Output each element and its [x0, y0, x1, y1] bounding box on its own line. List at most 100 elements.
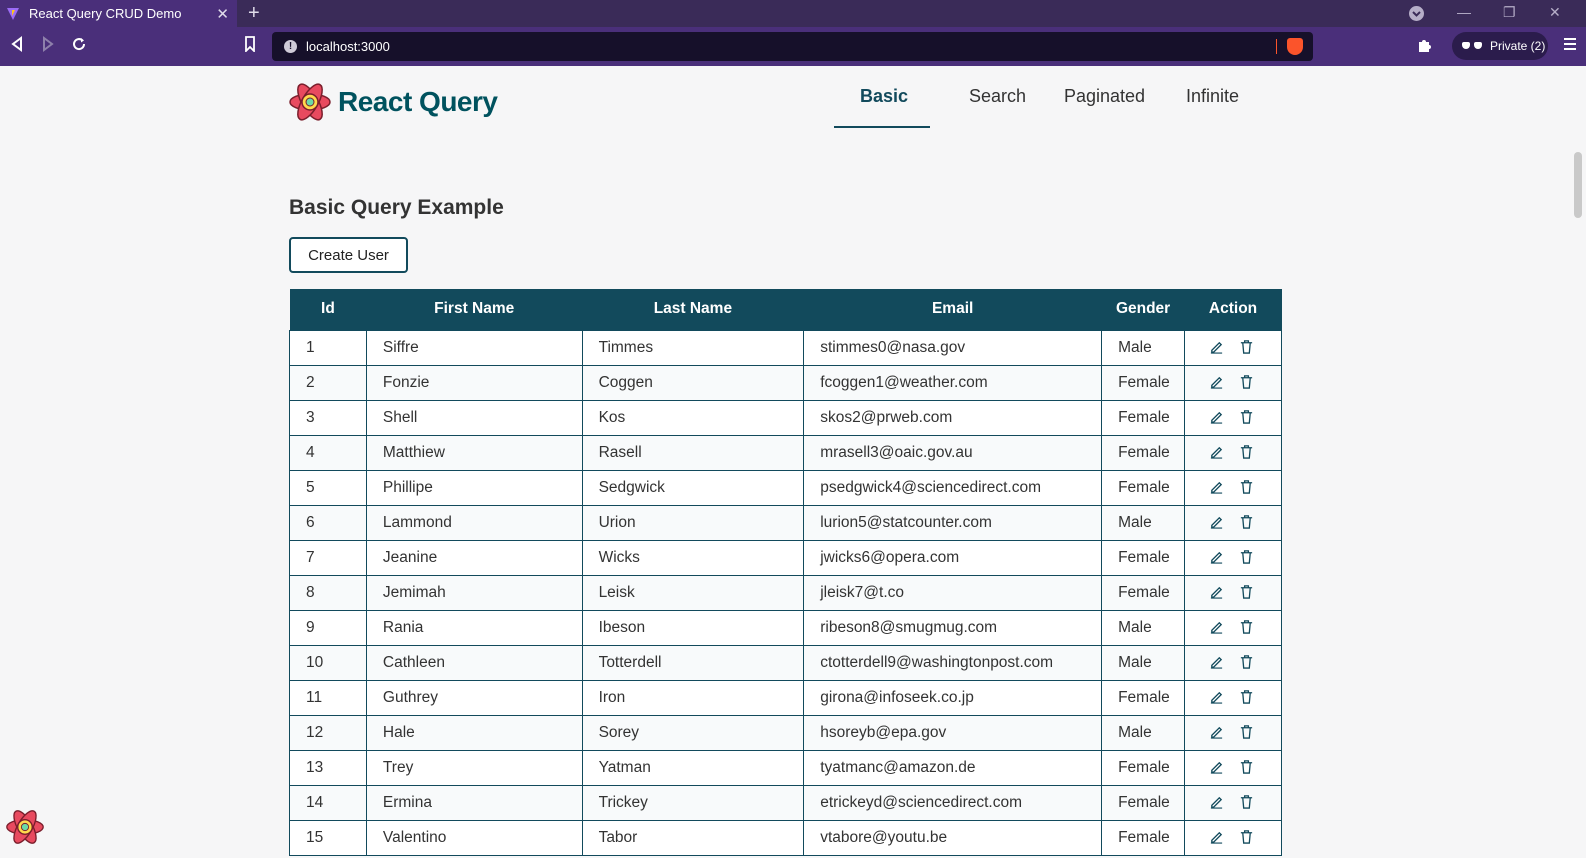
trash-icon[interactable]: [1239, 654, 1255, 670]
pencil-icon[interactable]: [1209, 549, 1225, 565]
private-window-badge[interactable]: Private (2): [1452, 32, 1548, 60]
cell-first-name: Valentino: [365, 819, 583, 856]
column-header-email: Email: [803, 289, 1102, 330]
cell-last-name: Urion: [581, 504, 805, 541]
extensions-icon[interactable]: [1416, 37, 1432, 58]
cell-first-name: Hale: [365, 714, 583, 751]
pencil-icon[interactable]: [1209, 654, 1225, 670]
react-query-devtools-icon[interactable]: [5, 808, 45, 846]
cell-last-name: Kos: [581, 399, 805, 436]
vite-favicon-icon: [7, 7, 19, 20]
cell-gender: Female: [1101, 469, 1186, 506]
cell-email: fcoggen1@weather.com: [803, 364, 1103, 401]
cell-actions: [1184, 539, 1282, 576]
address-bar[interactable]: ! localhost:3000: [272, 32, 1313, 61]
tab-close-icon[interactable]: ✕: [216, 5, 229, 23]
cell-email: tyatmanc@amazon.de: [803, 749, 1103, 786]
cell-actions: [1184, 504, 1282, 541]
site-info-icon[interactable]: !: [284, 40, 297, 53]
cell-id: 11: [289, 679, 367, 716]
table-row: 5 Phillipe Sedgwick psedgwick4@sciencedirec…: [289, 469, 1282, 506]
pencil-icon[interactable]: [1209, 514, 1225, 530]
table-row: 2 Fonzie Coggen fcoggen1@weather.com Female: [289, 364, 1282, 401]
pencil-icon[interactable]: [1209, 794, 1225, 810]
menu-icon[interactable]: [1563, 37, 1577, 56]
trash-icon[interactable]: [1239, 759, 1255, 775]
cell-id: 4: [289, 434, 367, 471]
cell-email: jleisk7@t.co: [803, 574, 1103, 611]
trash-icon[interactable]: [1239, 794, 1255, 810]
cell-id: 15: [289, 819, 367, 856]
pencil-icon[interactable]: [1209, 584, 1225, 600]
nav-infinite[interactable]: Infinite: [1186, 86, 1239, 107]
cell-id: 7: [289, 539, 367, 576]
cell-email: etrickeyd@sciencedirect.com: [803, 784, 1103, 821]
trash-icon[interactable]: [1239, 724, 1255, 740]
pencil-icon[interactable]: [1209, 724, 1225, 740]
cell-actions: [1184, 469, 1282, 506]
nav-paginated[interactable]: Paginated: [1064, 86, 1145, 107]
logo[interactable]: React Query: [288, 82, 498, 122]
table-row: 9 Rania Ibeson ribeson8@smugmug.com Male: [289, 609, 1282, 646]
cell-actions: [1184, 714, 1282, 751]
cell-first-name: Ermina: [365, 784, 583, 821]
tab-search-icon[interactable]: [1408, 5, 1425, 25]
cell-email: vtabore@youtu.be: [803, 819, 1103, 856]
window-close-icon[interactable]: ✕: [1549, 4, 1561, 21]
new-tab-icon[interactable]: +: [248, 2, 260, 25]
url-text: localhost:3000: [306, 39, 390, 54]
cell-last-name: Rasell: [581, 434, 805, 471]
brave-shields-icon[interactable]: [1287, 38, 1303, 55]
browser-toolbar: ! localhost:3000 Private (2): [0, 27, 1586, 66]
table-row: 14 Ermina Trickey etrickeyd@sciencedirect.c…: [289, 784, 1282, 821]
cell-actions: [1184, 679, 1282, 716]
cell-last-name: Sorey: [581, 714, 805, 751]
minimize-icon[interactable]: —: [1457, 4, 1471, 20]
cell-actions: [1184, 784, 1282, 821]
nav-basic[interactable]: Basic: [860, 86, 908, 107]
forward-icon[interactable]: [41, 36, 55, 57]
trash-icon[interactable]: [1239, 829, 1255, 845]
cell-email: hsoreyb@epa.gov: [803, 714, 1103, 751]
trash-icon[interactable]: [1239, 619, 1255, 635]
pencil-icon[interactable]: [1209, 339, 1225, 355]
users-table: Id First Name Last Name Email Gender Act…: [289, 289, 1282, 856]
cell-first-name: Fonzie: [365, 364, 583, 401]
pencil-icon[interactable]: [1209, 409, 1225, 425]
cell-id: 13: [289, 749, 367, 786]
cell-first-name: Jemimah: [365, 574, 583, 611]
pencil-icon[interactable]: [1209, 759, 1225, 775]
pencil-icon[interactable]: [1209, 829, 1225, 845]
trash-icon[interactable]: [1239, 444, 1255, 460]
restore-icon[interactable]: ❐: [1503, 4, 1516, 21]
cell-last-name: Tabor: [581, 819, 805, 856]
trash-icon[interactable]: [1239, 689, 1255, 705]
cell-last-name: Sedgwick: [581, 469, 805, 506]
trash-icon[interactable]: [1239, 374, 1255, 390]
scrollbar-thumb[interactable]: [1574, 152, 1582, 218]
cell-first-name: Phillipe: [365, 469, 583, 506]
cell-first-name: Guthrey: [365, 679, 583, 716]
nav-search[interactable]: Search: [969, 86, 1026, 107]
bookmark-icon[interactable]: [244, 36, 256, 57]
cell-email: skos2@prweb.com: [803, 399, 1103, 436]
create-user-button[interactable]: Create User: [289, 237, 408, 273]
logo-text: React Query: [338, 86, 498, 117]
trash-icon[interactable]: [1239, 409, 1255, 425]
trash-icon[interactable]: [1239, 514, 1255, 530]
back-icon[interactable]: [10, 36, 24, 57]
pencil-icon[interactable]: [1209, 619, 1225, 635]
page-scrollbar[interactable]: [1568, 66, 1586, 858]
pencil-icon[interactable]: [1209, 689, 1225, 705]
cell-gender: Male: [1101, 609, 1186, 646]
reload-icon[interactable]: [71, 36, 87, 57]
browser-tab[interactable]: React Query CRUD Demo ✕: [0, 0, 237, 27]
trash-icon[interactable]: [1239, 339, 1255, 355]
pencil-icon[interactable]: [1209, 374, 1225, 390]
pencil-icon[interactable]: [1209, 444, 1225, 460]
cell-last-name: Trickey: [581, 784, 805, 821]
trash-icon[interactable]: [1239, 549, 1255, 565]
pencil-icon[interactable]: [1209, 479, 1225, 495]
trash-icon[interactable]: [1239, 584, 1255, 600]
trash-icon[interactable]: [1239, 479, 1255, 495]
